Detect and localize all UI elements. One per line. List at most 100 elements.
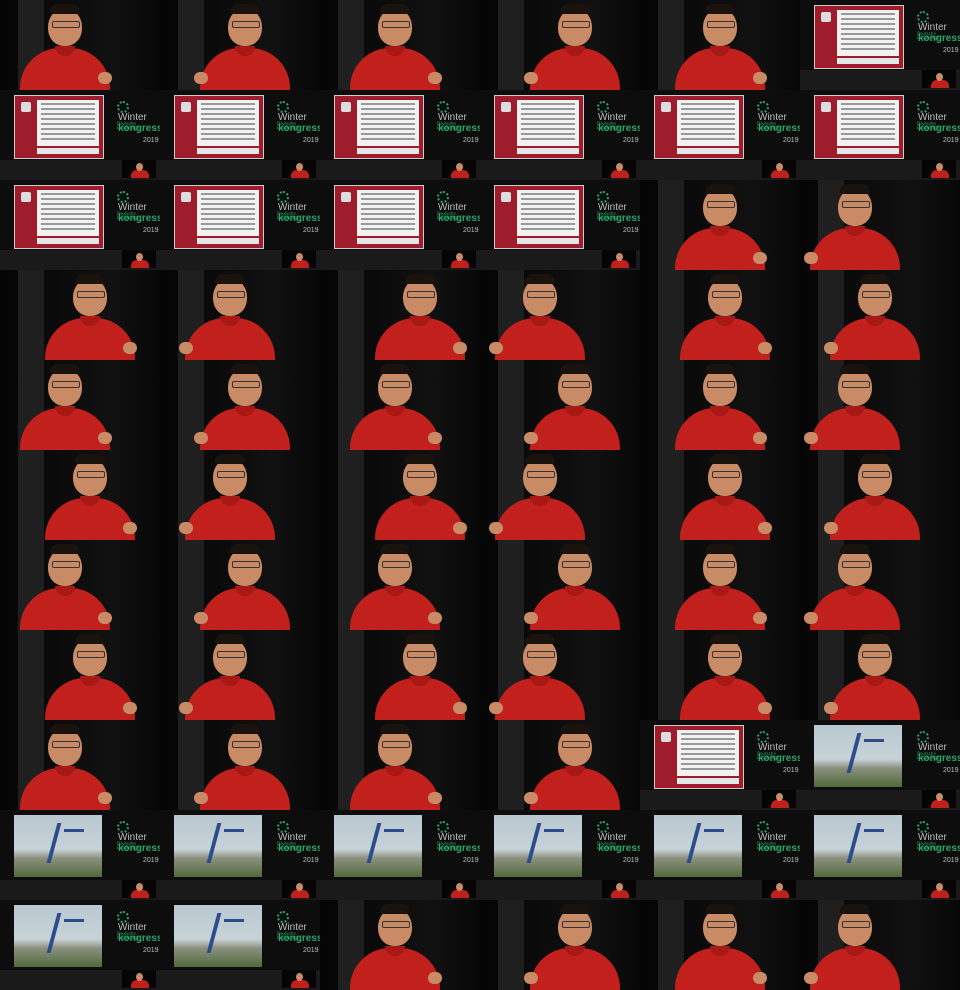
speaker-frame bbox=[0, 0, 160, 90]
speaker-inset bbox=[282, 160, 316, 178]
speaker-frame bbox=[320, 720, 480, 810]
speaker-frame bbox=[640, 270, 800, 360]
ransomware-screenshot bbox=[814, 95, 904, 159]
speaker-inset bbox=[922, 790, 956, 808]
stage-panel bbox=[338, 450, 364, 540]
speaker-figure bbox=[800, 360, 910, 450]
event-title-word1: Winter bbox=[278, 202, 307, 213]
event-year: 2019 bbox=[463, 227, 479, 234]
speaker-figure bbox=[520, 0, 630, 90]
speaker-frame bbox=[800, 360, 960, 450]
speaker-inset bbox=[122, 160, 156, 178]
speaker-frame bbox=[0, 540, 160, 630]
harbor-photo bbox=[814, 815, 902, 877]
speaker-figure bbox=[520, 720, 630, 810]
speaker-frame bbox=[640, 540, 800, 630]
event-title-word1: Winter bbox=[118, 832, 147, 843]
speaker-figure bbox=[35, 630, 145, 720]
speaker-figure bbox=[670, 270, 780, 360]
slide-frame: Deutsche Lungenliga Winter kongress 2019 bbox=[0, 180, 160, 270]
speaker-figure bbox=[340, 540, 450, 630]
slide-frame: Deutsche Lungenliga Winter kongress 2019 bbox=[800, 0, 960, 90]
event-year: 2019 bbox=[463, 857, 479, 864]
ransomware-screenshot bbox=[334, 95, 424, 159]
ransomware-screenshot bbox=[654, 95, 744, 159]
event-year: 2019 bbox=[783, 857, 799, 864]
slide-frame: Deutsche Lungenliga Winter kongress 2019 bbox=[640, 90, 800, 180]
speaker-frame bbox=[160, 270, 320, 360]
event-year: 2019 bbox=[303, 947, 319, 954]
event-title-word2: kongress bbox=[598, 213, 640, 224]
speaker-figure bbox=[365, 630, 475, 720]
speaker-inset bbox=[282, 250, 316, 268]
speaker-inset bbox=[762, 880, 796, 898]
speaker-frame bbox=[160, 0, 320, 90]
event-title-word1: Winter bbox=[918, 832, 947, 843]
slide-frame: Deutsche Lungenliga Winter kongress 2019 bbox=[800, 720, 960, 810]
speaker-figure bbox=[190, 0, 300, 90]
speaker-frame bbox=[0, 720, 160, 810]
speaker-frame bbox=[320, 360, 480, 450]
event-year: 2019 bbox=[303, 227, 319, 234]
speaker-figure bbox=[190, 360, 300, 450]
speaker-inset bbox=[922, 70, 956, 88]
speaker-figure bbox=[520, 540, 630, 630]
speaker-frame bbox=[480, 720, 640, 810]
harbor-photo bbox=[174, 815, 262, 877]
speaker-figure bbox=[665, 540, 775, 630]
harbor-photo bbox=[14, 815, 102, 877]
event-title-word1: Winter bbox=[918, 22, 947, 33]
speaker-figure bbox=[485, 630, 595, 720]
speaker-figure bbox=[820, 450, 930, 540]
event-title-word1: Winter bbox=[598, 112, 627, 123]
event-year: 2019 bbox=[303, 857, 319, 864]
event-year: 2019 bbox=[623, 857, 639, 864]
ransomware-screenshot bbox=[14, 185, 104, 249]
event-title-word2: kongress bbox=[438, 843, 480, 854]
speaker-frame bbox=[480, 900, 640, 990]
slide-frame: Deutsche Lungenliga Winter kongress 2019 bbox=[320, 180, 480, 270]
ransomware-screenshot bbox=[334, 185, 424, 249]
event-year: 2019 bbox=[783, 137, 799, 144]
ransomware-screenshot bbox=[494, 185, 584, 249]
speaker-figure bbox=[340, 360, 450, 450]
speaker-inset bbox=[282, 970, 316, 988]
ransomware-screenshot bbox=[174, 185, 264, 249]
speaker-figure bbox=[670, 630, 780, 720]
speaker-figure bbox=[35, 270, 145, 360]
event-title-word2: kongress bbox=[758, 123, 800, 134]
event-title-word1: Winter bbox=[758, 112, 787, 123]
event-title-word2: kongress bbox=[438, 123, 480, 134]
slide-frame: Deutsche Lungenliga Winter kongress 2019 bbox=[160, 90, 320, 180]
speaker-frame bbox=[800, 180, 960, 270]
speaker-figure bbox=[10, 360, 120, 450]
speaker-frame bbox=[800, 540, 960, 630]
event-title-word2: kongress bbox=[118, 843, 160, 854]
event-title-word2: kongress bbox=[438, 213, 480, 224]
slide-frame: Deutsche Lungenliga Winter kongress 2019 bbox=[480, 90, 640, 180]
harbor-photo bbox=[334, 815, 422, 877]
slide-frame: Deutsche Lungenliga Winter kongress 2019 bbox=[0, 810, 160, 900]
speaker-frame bbox=[480, 450, 640, 540]
speaker-frame bbox=[0, 630, 160, 720]
slide-frame: Deutsche Lungenliga Winter kongress 2019 bbox=[0, 900, 160, 990]
speaker-figure bbox=[10, 720, 120, 810]
speaker-figure bbox=[520, 360, 630, 450]
event-title-word2: kongress bbox=[278, 933, 320, 944]
slide-frame: Deutsche Lungenliga Winter kongress 2019 bbox=[160, 900, 320, 990]
speaker-frame bbox=[160, 720, 320, 810]
slide-frame: Deutsche Lungenliga Winter kongress 2019 bbox=[160, 810, 320, 900]
event-title-word2: kongress bbox=[758, 753, 800, 764]
event-title-word1: Winter bbox=[598, 202, 627, 213]
event-title-word2: kongress bbox=[598, 123, 640, 134]
speaker-figure bbox=[175, 270, 285, 360]
event-year: 2019 bbox=[943, 137, 959, 144]
speaker-frame bbox=[160, 630, 320, 720]
speaker-inset bbox=[122, 970, 156, 988]
speaker-figure bbox=[190, 720, 300, 810]
speaker-figure bbox=[670, 450, 780, 540]
speaker-frame bbox=[800, 270, 960, 360]
speaker-frame bbox=[640, 450, 800, 540]
speaker-frame bbox=[640, 0, 800, 90]
speaker-inset bbox=[602, 880, 636, 898]
